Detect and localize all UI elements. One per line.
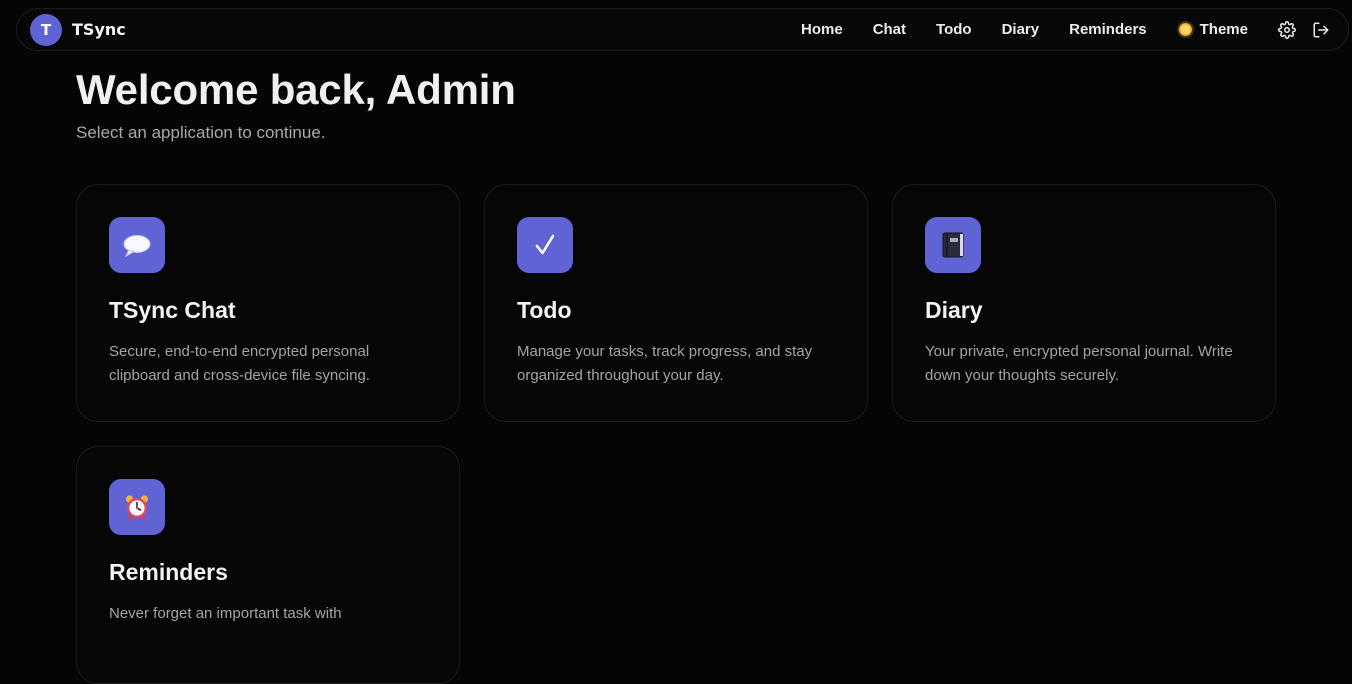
- app-card-chat[interactable]: TSync Chat Secure, end-to-end encrypted …: [76, 184, 460, 422]
- brand-avatar: T: [30, 13, 62, 46]
- page-title: Welcome back, Admin: [76, 66, 516, 113]
- checkmark-icon: [535, 234, 555, 255]
- nav-link-home[interactable]: Home: [786, 9, 858, 50]
- card-icon-tile: [109, 217, 165, 273]
- app-card-todo[interactable]: Todo Manage your tasks, track progress, …: [484, 184, 868, 422]
- card-icon-tile: [925, 217, 981, 273]
- nav-link-diary[interactable]: Diary: [987, 9, 1055, 50]
- card-icon-tile: [109, 479, 165, 535]
- card-description: Secure, end-to-end encrypted personal cl…: [109, 343, 370, 384]
- logout-icon: [1313, 22, 1329, 37]
- sun-icon: [1178, 23, 1192, 36]
- card-title: Reminders: [109, 559, 228, 585]
- theme-toggle-button[interactable]: Theme: [1164, 9, 1263, 50]
- card-title: TSync Chat: [109, 297, 236, 323]
- gear-icon: [1278, 20, 1296, 39]
- speech-bubble-icon: [123, 235, 151, 258]
- page-subtitle: Select an application to continue.: [76, 123, 326, 142]
- app-card-diary[interactable]: Diary Your private, encrypted personal j…: [892, 184, 1276, 422]
- card-title: Todo: [517, 297, 572, 323]
- card-icon-tile: [517, 217, 573, 273]
- brand-name: TSync: [72, 20, 126, 39]
- card-description: Your private, encrypted personal journal…: [925, 343, 1233, 384]
- card-description: Manage your tasks, track progress, and s…: [517, 343, 813, 384]
- app-card-reminders[interactable]: Reminders Never forget an important task…: [76, 446, 460, 684]
- brand-home-link[interactable]: T TSync: [30, 13, 126, 46]
- nav-links: Home Chat Todo Diary Reminders Theme: [786, 9, 1348, 50]
- settings-button[interactable]: [1277, 20, 1297, 40]
- top-navbar: T TSync Home Chat Todo Diary Reminders T…: [16, 8, 1349, 51]
- card-title: Diary: [925, 297, 983, 323]
- alarm-clock-icon: [125, 495, 149, 521]
- nav-link-todo[interactable]: Todo: [921, 9, 987, 50]
- nav-link-reminders[interactable]: Reminders: [1054, 9, 1162, 50]
- logout-button[interactable]: [1311, 20, 1331, 40]
- notebook-icon: [942, 232, 964, 258]
- theme-label: Theme: [1199, 21, 1248, 38]
- nav-link-chat[interactable]: Chat: [858, 9, 921, 50]
- card-description: Never forget an important task with: [109, 605, 342, 622]
